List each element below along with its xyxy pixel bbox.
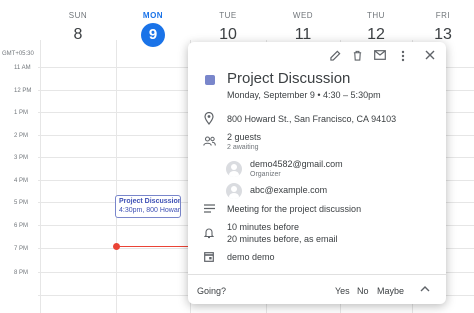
guest-email[interactable]: abc@example.com xyxy=(250,185,327,195)
guests-awaiting: 2 awaiting xyxy=(227,144,259,151)
email-icon[interactable] xyxy=(373,50,387,64)
guests-count: 2 guests xyxy=(227,132,262,142)
bell-icon xyxy=(202,227,216,241)
day-number[interactable]: 8 xyxy=(40,23,116,47)
hour-label: 6 PM xyxy=(14,223,29,229)
event-location[interactable]: 800 Howard St., San Francisco, CA 94103 xyxy=(227,114,396,124)
current-time-line xyxy=(116,246,190,247)
going-label: Going? xyxy=(197,286,227,296)
day-name: SUN xyxy=(68,11,88,20)
hour-label: 3 PM xyxy=(14,155,29,161)
day-header-tue[interactable]: TUE 10 xyxy=(190,0,266,46)
event-title: Project Discussion xyxy=(227,70,351,87)
guest-email[interactable]: demo4582@gmail.com xyxy=(250,159,343,169)
hour-label: 5 PM xyxy=(14,200,29,206)
hour-label: 11 AM xyxy=(14,65,31,71)
calendar-owner: demo demo xyxy=(227,252,275,262)
hour-label: 4 PM xyxy=(14,178,29,184)
event-chip-subtitle: 4:30pm, 800 Howard xyxy=(119,207,181,214)
more-options-icon[interactable] xyxy=(396,50,410,64)
hour-label: 8 PM xyxy=(14,270,29,276)
guests-icon xyxy=(202,136,216,150)
rsvp-maybe-button[interactable]: Maybe xyxy=(377,286,404,296)
day-header-fri[interactable]: FRI 13 xyxy=(412,0,474,46)
guest-role: Organizer xyxy=(250,171,281,178)
current-time-dot xyxy=(113,243,120,250)
day-name: TUE xyxy=(219,11,237,20)
close-icon[interactable] xyxy=(423,50,437,64)
day-name: MON xyxy=(142,11,164,20)
event-date-time: Monday, September 9 • 4:30 – 5:30pm xyxy=(227,90,381,100)
avatar xyxy=(226,161,242,177)
event-color-swatch xyxy=(205,75,215,85)
hour-label: 12 PM xyxy=(14,88,32,94)
rsvp-yes-button[interactable]: Yes xyxy=(335,286,350,296)
day-header-thu[interactable]: THU 12 xyxy=(340,0,412,46)
calendar-icon xyxy=(202,251,216,265)
event-chip-title: Project Discussion xyxy=(119,198,181,205)
day-name: THU xyxy=(367,11,385,20)
event-details-popup: Project Discussion Monday, September 9 •… xyxy=(188,42,446,304)
timezone-label: GMT+05:30 xyxy=(2,51,34,57)
day-header-wed[interactable]: WED 11 xyxy=(266,0,340,46)
day-header-mon[interactable]: MON 9 xyxy=(116,0,190,47)
delete-icon[interactable] xyxy=(350,50,364,64)
event-description: Meeting for the project discussion xyxy=(227,204,362,214)
today-number[interactable]: 9 xyxy=(141,23,165,47)
chevron-up-icon[interactable] xyxy=(420,284,430,295)
day-header-sun[interactable]: SUN 8 xyxy=(40,0,116,46)
day-name: WED xyxy=(292,11,314,20)
hour-label: 2 PM xyxy=(14,133,29,139)
location-icon xyxy=(202,111,216,126)
event-chip[interactable]: Project Discussion 4:30pm, 800 Howard xyxy=(115,195,181,218)
rsvp-no-button[interactable]: No xyxy=(357,286,369,296)
day-name: FRI xyxy=(435,11,451,20)
reminder: 20 minutes before, as email xyxy=(227,234,338,244)
rsvp-bar: Going? Yes No Maybe xyxy=(188,274,446,305)
avatar xyxy=(226,183,242,199)
hour-label: 7 PM xyxy=(14,246,29,252)
reminder: 10 minutes before xyxy=(227,222,300,232)
hour-label: 1 PM xyxy=(14,110,29,116)
description-icon xyxy=(202,203,216,217)
edit-icon[interactable] xyxy=(328,50,342,64)
